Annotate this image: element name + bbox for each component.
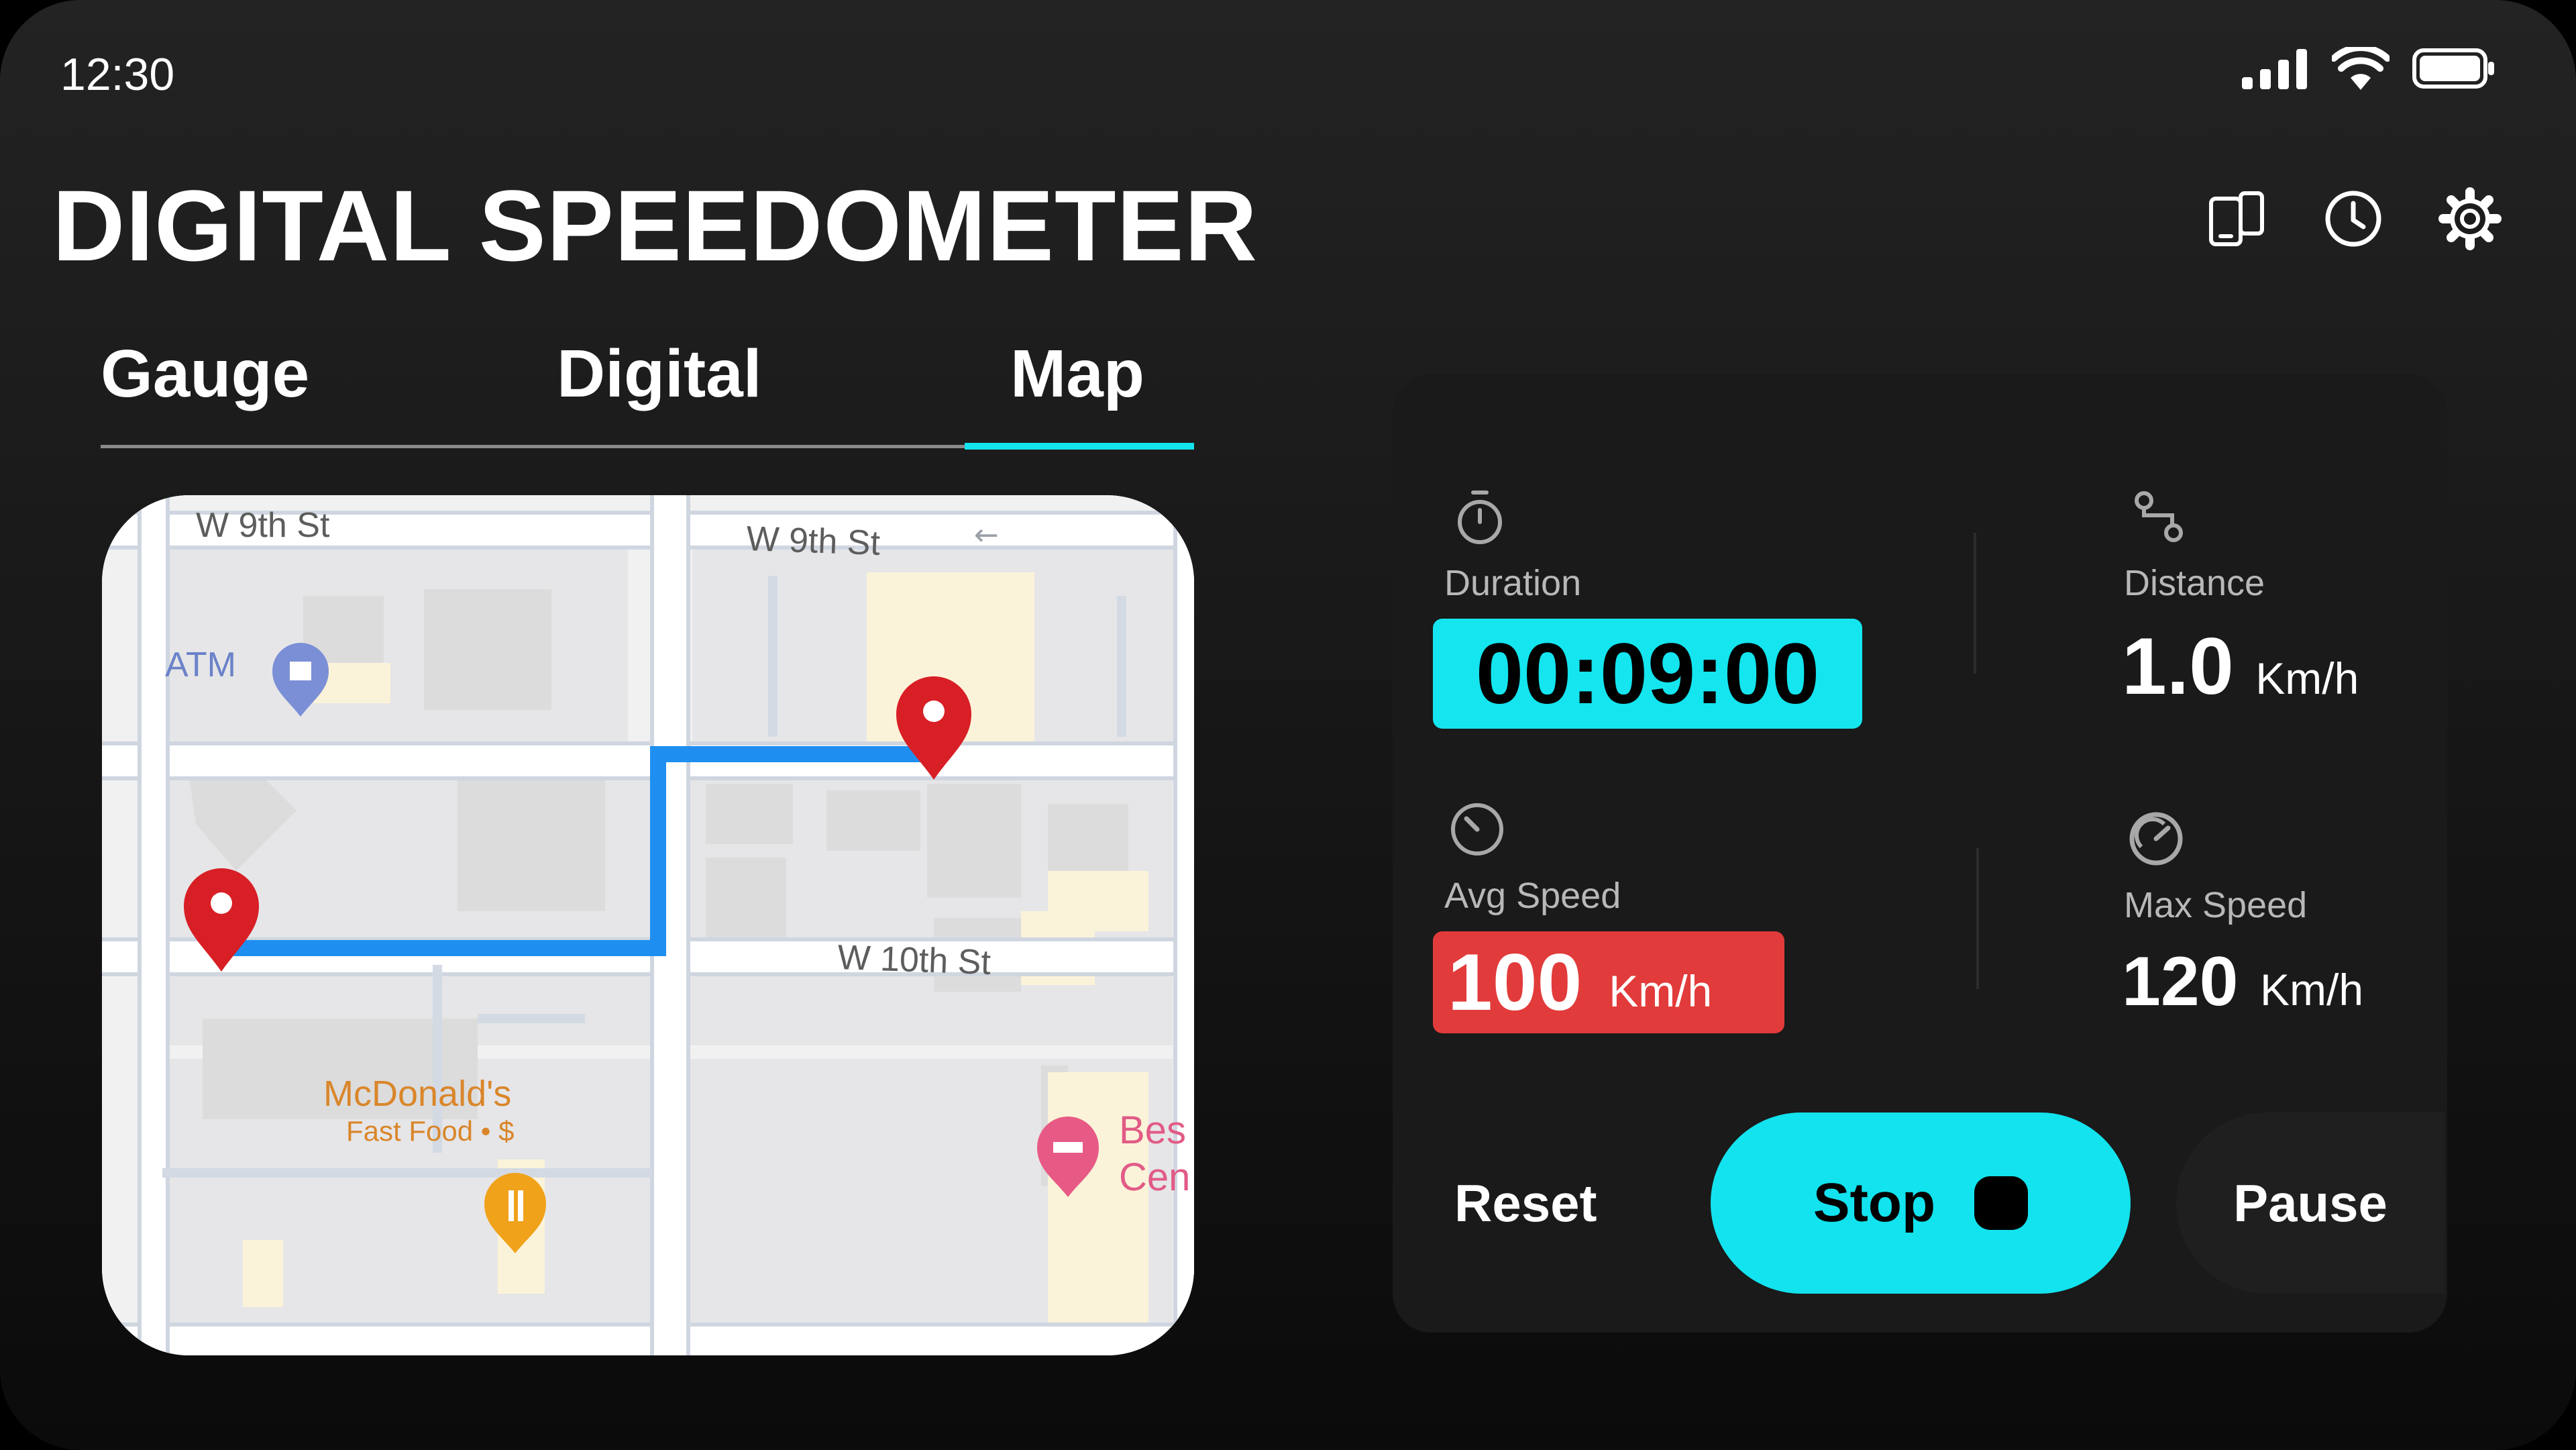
max-speed-label: Max Speed <box>2124 885 2308 925</box>
max-speed-gauge-icon <box>2129 812 2183 866</box>
stop-label: Stop <box>1813 1172 1936 1233</box>
stats-divider-bottom <box>1976 848 1979 989</box>
tab-gauge[interactable]: Gauge <box>101 335 309 413</box>
stop-button[interactable]: Stop <box>1711 1112 2131 1294</box>
device-switch-button[interactable] <box>2204 187 2269 251</box>
avg-speed-unit: Km/h <box>1609 966 1713 1016</box>
max-speed-value-group: 120 Km/h <box>2122 942 2363 1022</box>
stats-panel: Duration 00:09:00 Distance 1.0 Km/h Avg … <box>1393 374 2447 1333</box>
battery-icon <box>2412 48 2494 89</box>
street-label-w10th: W 10th St <box>837 938 992 982</box>
poi-label-hotel-2: Cen <box>1119 1155 1190 1199</box>
poi-label-restaurant: McDonald's <box>323 1074 511 1114</box>
poi-label-atm: ATM <box>165 645 236 684</box>
settings-gear-icon <box>2438 187 2502 250</box>
max-speed-unit: Km/h <box>2259 965 2364 1015</box>
one-way-arrow-icon: ← <box>974 518 999 552</box>
signal-icon <box>2242 49 2307 89</box>
distance-value-group: 1.0 Km/h <box>2122 620 2359 713</box>
duration-value: 00:09:00 <box>1475 625 1820 722</box>
tab-map[interactable]: Map <box>1010 335 1144 413</box>
settings-button[interactable] <box>2438 187 2502 251</box>
distance-value: 1.0 <box>2122 621 2234 711</box>
avg-speed-gauge-icon <box>1451 803 1503 856</box>
avg-speed-value-box: 100 Km/h <box>1433 931 1784 1033</box>
street-label-w9th: W 9th St <box>196 506 330 545</box>
header-actions <box>2204 187 2502 251</box>
poi-label-hotel-1: Bes <box>1119 1108 1186 1152</box>
street-label-w9th-right: W 9th St <box>746 519 881 563</box>
duration-value-box: 00:09:00 <box>1433 619 1862 729</box>
device-switch-icon <box>2209 191 2264 246</box>
history-button[interactable] <box>2321 187 2385 251</box>
pause-label: Pause <box>2233 1173 2387 1233</box>
history-clock-icon <box>2325 191 2381 247</box>
poi-label-restaurant-sub: Fast Food • $ <box>346 1115 514 1147</box>
app-title: DIGITAL SPEEDOMETER <box>52 169 1258 282</box>
stop-square-icon <box>1974 1176 2029 1230</box>
avg-speed-value: 100 <box>1448 937 1582 1027</box>
stats-divider-top <box>1974 533 1976 674</box>
pause-button[interactable]: Pause <box>2176 1112 2445 1294</box>
map-canvas: W 9th St W 9th St W 10th St ATM McDonald… <box>102 495 1194 1355</box>
duration-label: Duration <box>1444 563 1582 603</box>
max-speed-value: 120 <box>2122 943 2239 1021</box>
reset-button[interactable]: Reset <box>1454 1173 1597 1234</box>
map-view[interactable]: W 9th St W 9th St W 10th St ATM McDonald… <box>102 495 1194 1355</box>
status-time: 12:30 <box>60 49 175 100</box>
wifi-icon <box>2332 47 2390 90</box>
distance-label: Distance <box>2124 563 2265 603</box>
stopwatch-icon <box>1458 490 1502 544</box>
tab-bar: Gauge Digital Map <box>101 322 1194 450</box>
avg-speed-label: Avg Speed <box>1444 876 1621 916</box>
status-icons <box>2242 47 2496 90</box>
tab-digital[interactable]: Digital <box>557 335 762 413</box>
distance-unit: Km/h <box>2255 654 2359 703</box>
app-screen: 12:30 DIGITAL SPEEDOMETER Gauge Digital … <box>0 0 2576 1450</box>
tab-active-indicator <box>965 443 1194 450</box>
distance-route-icon <box>2135 491 2183 542</box>
